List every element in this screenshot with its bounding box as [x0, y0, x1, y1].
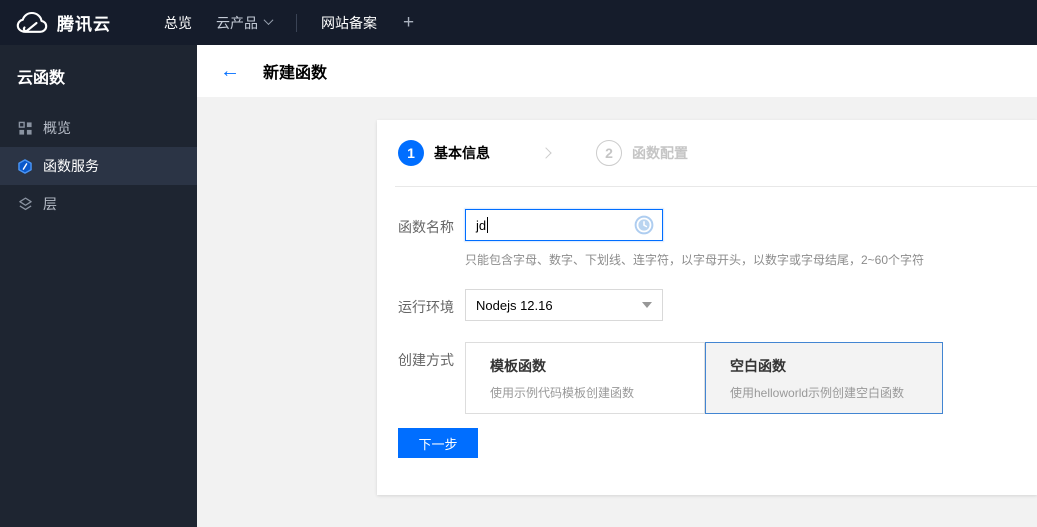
- sidebar-title: 云函数: [17, 70, 66, 87]
- chevron-down-icon: [263, 14, 274, 25]
- main-area: ← 新建函数 1 基本信息 2 函数配置 函数名称 jd 只能包含字母、数字、下…: [197, 45, 1037, 527]
- tencent-cloud-logo-icon: [15, 11, 49, 35]
- brand-name: 腾讯云: [57, 15, 111, 34]
- function-hexagon-icon: [17, 158, 33, 174]
- sidebar-item-overview[interactable]: 概览: [0, 109, 197, 147]
- text-cursor: [487, 217, 489, 233]
- create-function-card: 1 基本信息 2 函数配置 函数名称 jd 只能包含字母、数字、下划线、连字符，…: [377, 120, 1037, 495]
- function-name-value: jd: [476, 217, 487, 233]
- top-navbar: 腾讯云 总览 云产品 网站备案 +: [0, 0, 1037, 45]
- sidebar: 云函数 概览 函数服务 层: [0, 45, 197, 527]
- sidebar-item-layers[interactable]: 层: [0, 185, 197, 223]
- step-2-indicator: 2: [596, 140, 622, 166]
- basic-info-form: 函数名称 jd 只能包含字母、数字、下划线、连字符，以字母开头，以数字或字母结尾…: [377, 187, 1037, 414]
- option-card-blank-function[interactable]: 空白函数 使用helloworld示例创建空白函数: [705, 342, 943, 414]
- runtime-row: 运行环境 Nodejs 12.16: [398, 289, 1037, 321]
- grid-overview-icon: [17, 120, 33, 136]
- chevron-right-icon: [540, 147, 552, 159]
- nav-item-cloud-products[interactable]: 云产品: [216, 13, 274, 33]
- runtime-value: Nodejs 12.16: [476, 297, 553, 313]
- layers-icon: [17, 196, 33, 212]
- option-desc: 使用helloworld示例创建空白函数: [730, 386, 905, 400]
- function-name-label: 函数名称: [398, 219, 454, 235]
- nav-item-overview[interactable]: 总览: [164, 13, 192, 33]
- add-tab-button[interactable]: +: [403, 12, 414, 34]
- creation-method-row: 创建方式 模板函数 使用示例代码模板创建函数 空白函数 使用helloworld…: [398, 342, 1037, 414]
- sidebar-item-label: 概览: [43, 120, 71, 136]
- page-body: 1 基本信息 2 函数配置 函数名称 jd 只能包含字母、数字、下划线、连字符，…: [197, 97, 1037, 527]
- step-2-label: 函数配置: [632, 145, 688, 161]
- option-title: 空白函数: [730, 358, 786, 374]
- runtime-label: 运行环境: [398, 299, 454, 315]
- creation-method-options: 模板函数 使用示例代码模板创建函数 空白函数 使用helloworld示例创建空…: [465, 342, 943, 414]
- function-name-input[interactable]: jd: [465, 209, 663, 241]
- back-button[interactable]: ←: [220, 61, 240, 81]
- nav-divider: [296, 13, 297, 32]
- option-card-template-function[interactable]: 模板函数 使用示例代码模板创建函数: [465, 342, 705, 414]
- tencent-cloud-brand[interactable]: 腾讯云: [0, 10, 140, 35]
- option-desc: 使用示例代码模板创建函数: [490, 386, 635, 400]
- function-name-row: 函数名称 jd 只能包含字母、数字、下划线、连字符，以字母开头，以数字或字母结尾…: [398, 209, 1037, 268]
- step-1-label: 基本信息: [434, 145, 490, 161]
- option-title: 模板函数: [490, 358, 546, 374]
- sidebar-item-label: 函数服务: [43, 158, 99, 174]
- step-1-indicator: 1: [398, 140, 424, 166]
- runtime-select[interactable]: Nodejs 12.16: [465, 289, 663, 321]
- nav-item-icp[interactable]: 网站备案: [321, 13, 377, 33]
- sidebar-item-function-service[interactable]: 函数服务: [0, 147, 197, 185]
- caret-down-icon: [642, 302, 652, 308]
- pending-clock-icon: [634, 215, 654, 235]
- page-title: 新建函数: [263, 65, 328, 82]
- sidebar-item-label: 层: [43, 196, 57, 212]
- function-name-help: 只能包含字母、数字、下划线、连字符，以字母开头，以数字或字母结尾，2~60个字符: [465, 253, 925, 267]
- next-step-button[interactable]: 下一步: [398, 428, 478, 458]
- creation-method-label: 创建方式: [398, 352, 454, 368]
- wizard-steps: 1 基本信息 2 函数配置: [377, 120, 1037, 166]
- page-header: ← 新建函数: [197, 45, 1037, 97]
